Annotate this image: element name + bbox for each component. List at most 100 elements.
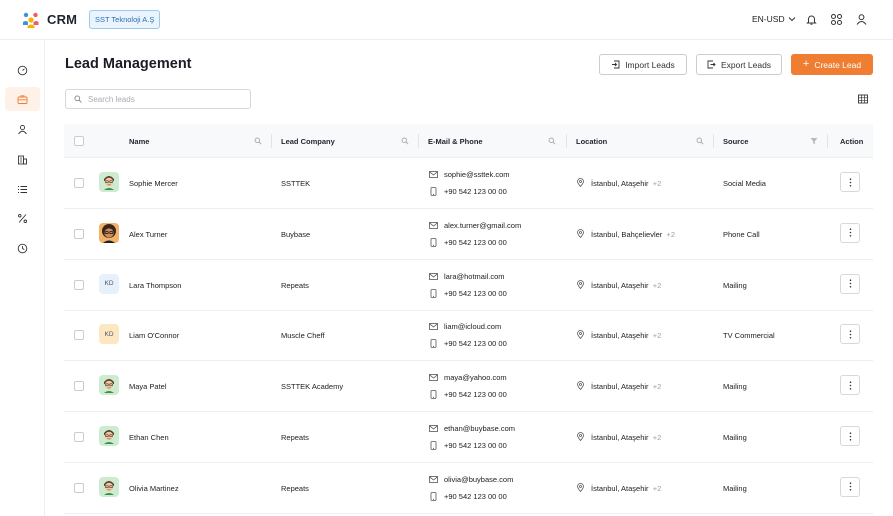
location-extra-count[interactable]: +2 xyxy=(653,281,662,290)
lead-source: Mailing xyxy=(723,483,747,493)
user-icon[interactable] xyxy=(855,13,868,26)
grid-view-icon[interactable] xyxy=(858,94,868,104)
filter-icon[interactable] xyxy=(810,137,818,145)
location-extra-count[interactable]: +2 xyxy=(653,484,662,493)
row-action-menu-button[interactable] xyxy=(840,222,860,243)
more-vertical-icon xyxy=(849,431,851,441)
lead-email[interactable]: sophie@ssttek.com xyxy=(444,170,510,179)
lead-name: Alex Turner xyxy=(129,229,168,239)
row-action-menu-button[interactable] xyxy=(840,273,860,294)
table-row[interactable]: KD Lara Thompson Repeats lara@hotmail.com +9… xyxy=(64,260,873,311)
location-text: İstanbul, Ataşehir xyxy=(591,179,649,188)
lead-source: Phone Call xyxy=(723,229,760,239)
table-row[interactable]: KD Liam O'Connor Muscle Cheff liam@icloud.c… xyxy=(64,310,873,362)
row-action-menu-button[interactable] xyxy=(840,375,860,396)
lead-name: Lara Thompson xyxy=(129,280,182,290)
top-bar: CRM SST Teknoloji A.Ş EN-USD xyxy=(0,0,893,40)
row-action-menu-button[interactable] xyxy=(840,476,860,497)
location-extra-count[interactable]: +2 xyxy=(666,230,675,239)
bell-icon[interactable] xyxy=(805,13,818,26)
lead-source: TV Commercial xyxy=(723,331,775,341)
building-icon xyxy=(18,155,27,164)
table-row[interactable]: Maya Patel SSTTEK Academy maya@yahoo.com +9… xyxy=(64,361,873,413)
sidebar-item-contacts[interactable] xyxy=(5,117,40,141)
row-checkbox[interactable] xyxy=(74,330,84,341)
lead-location: İstanbul, Ataşehir +2 xyxy=(591,382,661,391)
create-lead-button[interactable]: + Create Lead xyxy=(791,54,873,75)
phone-icon xyxy=(430,237,437,247)
lead-phone[interactable]: +90 542 123 00 00 xyxy=(444,187,507,196)
location-pin-icon xyxy=(577,178,584,187)
mail-icon xyxy=(429,425,438,432)
row-checkbox[interactable] xyxy=(74,482,84,493)
lead-phone[interactable]: +90 542 123 00 00 xyxy=(444,339,507,348)
sidebar-item-companies[interactable] xyxy=(5,147,40,171)
apps-icon[interactable] xyxy=(830,13,843,26)
plus-icon: + xyxy=(802,58,810,70)
lead-email[interactable]: ethan@buybase.com xyxy=(444,424,515,433)
location-extra-count[interactable]: +2 xyxy=(653,433,662,442)
lead-phone[interactable]: +90 542 123 00 00 xyxy=(444,289,507,298)
location-extra-count[interactable]: +2 xyxy=(653,382,662,391)
row-checkbox[interactable] xyxy=(74,381,84,392)
row-checkbox[interactable] xyxy=(74,228,84,239)
search-box[interactable] xyxy=(65,89,251,109)
phone-icon xyxy=(430,187,437,196)
column-header-contact: E-Mail & Phone xyxy=(428,136,483,146)
import-leads-button[interactable]: Import Leads xyxy=(599,54,687,75)
table-row[interactable]: Ethan Chen Repeats ethan@buybase.com +90 54… xyxy=(64,412,873,463)
sidebar-item-dashboard[interactable] xyxy=(5,58,40,82)
sidebar-item-discounts[interactable] xyxy=(5,206,40,230)
column-header-action: Action xyxy=(840,136,864,146)
select-all-checkbox[interactable] xyxy=(74,136,84,146)
sidebar-item-history[interactable] xyxy=(5,236,40,260)
table-row[interactable]: Olivia Martinez Repeats olivia@buybase.com… xyxy=(64,463,873,514)
phone-icon xyxy=(430,339,437,349)
lead-name: Sophie Mercer xyxy=(129,179,178,188)
list-icon xyxy=(18,185,27,193)
location-pin-icon xyxy=(577,279,584,289)
lead-phone[interactable]: +90 542 123 00 00 xyxy=(444,441,507,450)
sidebar-item-tasks[interactable] xyxy=(5,177,40,201)
search-icon[interactable] xyxy=(696,137,704,145)
row-action-menu-button[interactable] xyxy=(840,172,860,192)
lead-company: Repeats xyxy=(281,280,309,290)
location-pin-icon xyxy=(577,381,584,391)
location-extra-count[interactable]: +2 xyxy=(653,179,662,188)
lead-email[interactable]: lara@hotmail.com xyxy=(444,272,505,281)
currency-label: EN-USD xyxy=(752,14,785,24)
column-header-company: Lead Company xyxy=(281,136,335,146)
export-leads-button[interactable]: Export Leads xyxy=(696,54,782,75)
lead-source: Mailing xyxy=(723,382,747,392)
briefcase-icon xyxy=(17,94,28,104)
row-action-menu-button[interactable] xyxy=(840,324,860,345)
lead-phone[interactable]: +90 542 123 00 00 xyxy=(444,492,507,501)
more-vertical-icon xyxy=(849,482,851,491)
lead-phone[interactable]: +90 542 123 00 00 xyxy=(444,238,507,247)
lead-phone[interactable]: +90 542 123 00 00 xyxy=(444,390,507,399)
row-action-menu-button[interactable] xyxy=(840,426,860,446)
lead-email[interactable]: olivia@buybase.com xyxy=(444,475,513,484)
lead-source: Mailing xyxy=(723,280,747,290)
row-checkbox[interactable] xyxy=(74,178,84,188)
search-input[interactable] xyxy=(88,94,238,104)
lead-company: SSTTEK xyxy=(281,179,311,188)
location-extra-count[interactable]: +2 xyxy=(653,331,662,340)
more-vertical-icon xyxy=(849,279,851,288)
row-checkbox[interactable] xyxy=(74,432,84,442)
search-icon[interactable] xyxy=(548,137,556,145)
lead-email[interactable]: maya@yahoo.com xyxy=(444,373,507,382)
currency-selector[interactable]: EN-USD xyxy=(752,14,796,24)
lead-email[interactable]: liam@icloud.com xyxy=(444,322,501,331)
column-header-location: Location xyxy=(576,136,608,146)
import-leads-label: Import Leads xyxy=(625,59,675,70)
lead-email[interactable]: alex.turner@gmail.com xyxy=(444,221,521,230)
row-checkbox[interactable] xyxy=(74,279,84,290)
company-badge[interactable]: SST Teknoloji A.Ş xyxy=(89,10,161,29)
table-row[interactable]: Sophie Mercer SSTTEK sophie@ssttek.com +90 … xyxy=(64,158,873,209)
search-icon[interactable] xyxy=(254,137,262,145)
sidebar-item-leads[interactable] xyxy=(5,87,40,111)
search-icon[interactable] xyxy=(401,137,409,145)
table-row[interactable]: Alex Turner Buybase alex.turner@gmail.com +… xyxy=(64,209,873,260)
dashboard-icon xyxy=(17,65,28,75)
